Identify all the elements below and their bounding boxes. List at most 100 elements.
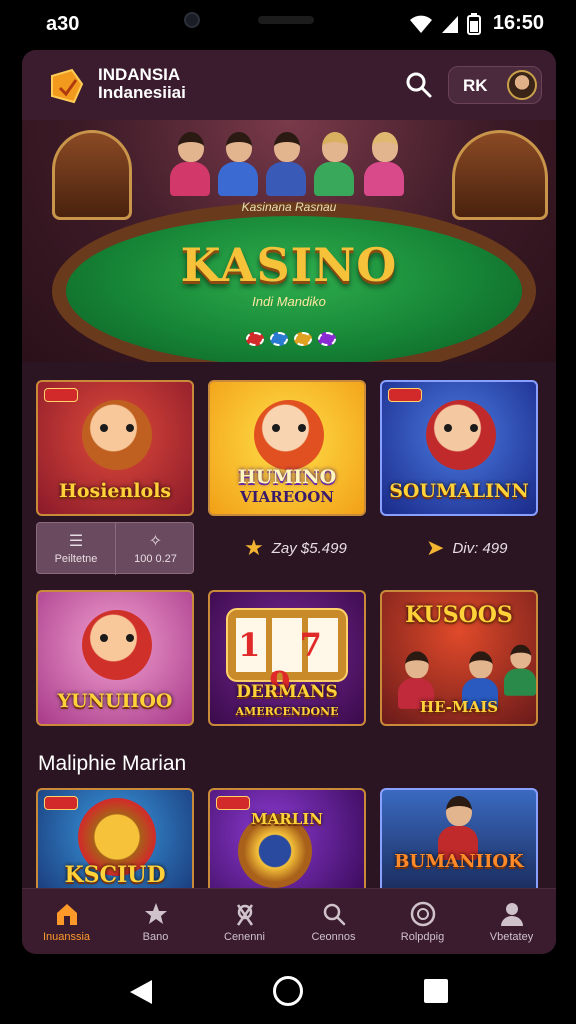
- nav-label: Inuanssia: [42, 930, 91, 943]
- nav-label: Bano: [142, 930, 169, 943]
- home-button[interactable]: [273, 976, 303, 1006]
- brand-line-1: INDANSIA: [98, 65, 181, 84]
- dealer-figure: [266, 132, 306, 198]
- game-card[interactable]: BUMANIIOK: [380, 788, 538, 898]
- status-bar: a30 16:50: [0, 0, 576, 48]
- info-box-left[interactable]: ☰ Peiltetne: [37, 523, 116, 575]
- app-header: INDANSIA Indanesiiai RK: [22, 50, 556, 120]
- game-card[interactable]: SOUMALINN: [380, 380, 538, 516]
- earpiece-speaker: [258, 16, 314, 24]
- section-heading: Maliphie Marian: [38, 752, 187, 775]
- avatar[interactable]: [507, 70, 537, 100]
- game-card[interactable]: Hosienlols: [36, 380, 194, 516]
- front-camera: [184, 12, 200, 28]
- stat-bonus-value: Div: 499: [452, 539, 508, 557]
- game-card[interactable]: HUMINO VIAREOON: [208, 380, 366, 516]
- user-icon: [499, 901, 525, 927]
- game-title: HUMINO: [237, 466, 337, 488]
- nav-item-games[interactable]: Cenenni: [200, 889, 289, 954]
- dealer-figure: [218, 132, 258, 198]
- search-icon: [321, 901, 347, 927]
- games-row-3: KSCIUD MARLIN BUMANIIOK: [36, 788, 538, 898]
- bottom-nav: Inuanssia Bano Cenenni Ceonnos Rolpdpig: [22, 888, 556, 954]
- nav-item-profile[interactable]: Vbetatey: [467, 889, 556, 954]
- info-right-value: 100 0.27: [134, 553, 177, 565]
- home-icon: [54, 901, 80, 927]
- star-icon: [143, 901, 169, 927]
- game-badge: [44, 796, 78, 810]
- hero-banner[interactable]: Kasinana Rasnau KASINO Indi Mandiko: [22, 120, 556, 362]
- game-title: YUNUIIOO: [57, 690, 173, 712]
- star-icon: ★: [244, 535, 264, 560]
- game-card[interactable]: MARLIN: [208, 788, 366, 898]
- chip-icon: [246, 332, 264, 346]
- chip-icon: [318, 332, 336, 346]
- game-title: SOUMALINN: [389, 480, 529, 502]
- game-card[interactable]: KUSOOS HE-MAIS: [380, 590, 538, 726]
- game-title: KUSOOS: [405, 602, 513, 628]
- dealer-figure: [364, 132, 404, 198]
- nav-item-slots[interactable]: Rolpdpig: [378, 889, 467, 954]
- game-badge: [216, 796, 250, 810]
- game-badge: [388, 388, 422, 402]
- stat-jackpot-value: Zay $5.499: [271, 539, 347, 557]
- game-card[interactable]: KSCIUD: [36, 788, 194, 898]
- signal-icon: [441, 15, 458, 33]
- coins-icon: ✧: [148, 533, 163, 550]
- list-icon: ☰: [68, 533, 84, 550]
- stat-jackpot: ★ Zay $5.499: [244, 522, 347, 574]
- nav-label: Ceonnos: [311, 930, 356, 943]
- game-card[interactable]: 1 7 9 DERMANS AMERCENDONE: [208, 590, 366, 726]
- dice-icon: [232, 901, 258, 927]
- dealer-figure: [314, 132, 354, 198]
- games-row-1: Hosienlols HUMINO VIAREOON SOUMALINN: [36, 380, 538, 516]
- game-mascot: [82, 400, 152, 470]
- brand-logo-icon[interactable]: [46, 66, 86, 106]
- bolt-icon: ➤: [426, 535, 445, 560]
- hero-title: KASINO: [180, 238, 398, 292]
- game-title: BUMANIIOK: [394, 851, 524, 872]
- game-title: DERMANS: [236, 682, 338, 702]
- back-icon[interactable]: [128, 978, 154, 1006]
- nav-label: Vbetatey: [489, 930, 534, 943]
- game-subtitle: VIAREOON: [239, 488, 335, 506]
- recents-button[interactable]: [424, 979, 448, 1003]
- stat-bonus: ➤ Div: 499: [426, 522, 507, 574]
- chip-icon: [270, 332, 288, 346]
- search-icon[interactable]: [402, 68, 436, 102]
- game-card[interactable]: YUNUIIOO: [36, 590, 194, 726]
- battery-icon: [466, 12, 481, 35]
- brand-name: INDANSIA Indanesiiai: [98, 66, 186, 102]
- slot-icon: [410, 901, 436, 927]
- info-row: ☰ Peiltetne ✧ 100 0.27 ★ Zay $5.499 ➤ Di…: [36, 522, 542, 575]
- info-box[interactable]: ☰ Peiltetne ✧ 100 0.27: [36, 522, 195, 575]
- wifi-icon: [409, 15, 432, 33]
- game-mascot: [426, 400, 496, 470]
- user-account-button[interactable]: RK: [448, 66, 542, 104]
- dealer-figure: [170, 132, 210, 198]
- status-clock: 16:50: [492, 12, 544, 34]
- hero-subtitle: Kasinana Rasnau: [241, 200, 337, 214]
- game-title: MARLIN: [251, 810, 323, 828]
- hero-tagline: Indi Mandiko: [252, 294, 326, 309]
- brand-line-2: Indanesiiai: [98, 83, 186, 102]
- status-icons: 16:50: [409, 12, 544, 35]
- chip-stack: [246, 332, 336, 346]
- nav-item-search[interactable]: Ceonnos: [289, 889, 378, 954]
- game-mascot: [254, 400, 324, 470]
- game-title: KSCIUD: [64, 862, 166, 888]
- games-row-2: YUNUIIOO 1 7 9 DERMANS AMERCENDONE KUSOO…: [36, 590, 538, 726]
- nav-item-home[interactable]: Inuanssia: [22, 889, 111, 954]
- chip-icon: [294, 332, 312, 346]
- status-text-left: a30: [46, 13, 80, 35]
- game-subtitle: HE-MAIS: [419, 698, 499, 716]
- app-window: INDANSIA Indanesiiai RK Kasinana Rasnau …: [22, 50, 556, 954]
- nav-label: Cenenni: [224, 930, 265, 943]
- game-subtitle: AMERCENDONE: [235, 705, 339, 718]
- system-nav-bar: [0, 960, 576, 1024]
- game-title: Hosienlols: [58, 480, 172, 502]
- info-box-right[interactable]: ✧ 100 0.27: [116, 523, 195, 575]
- user-initials: RK: [463, 76, 488, 95]
- nav-label: Rolpdpig: [400, 930, 445, 943]
- nav-item-bonus[interactable]: Bano: [111, 889, 200, 954]
